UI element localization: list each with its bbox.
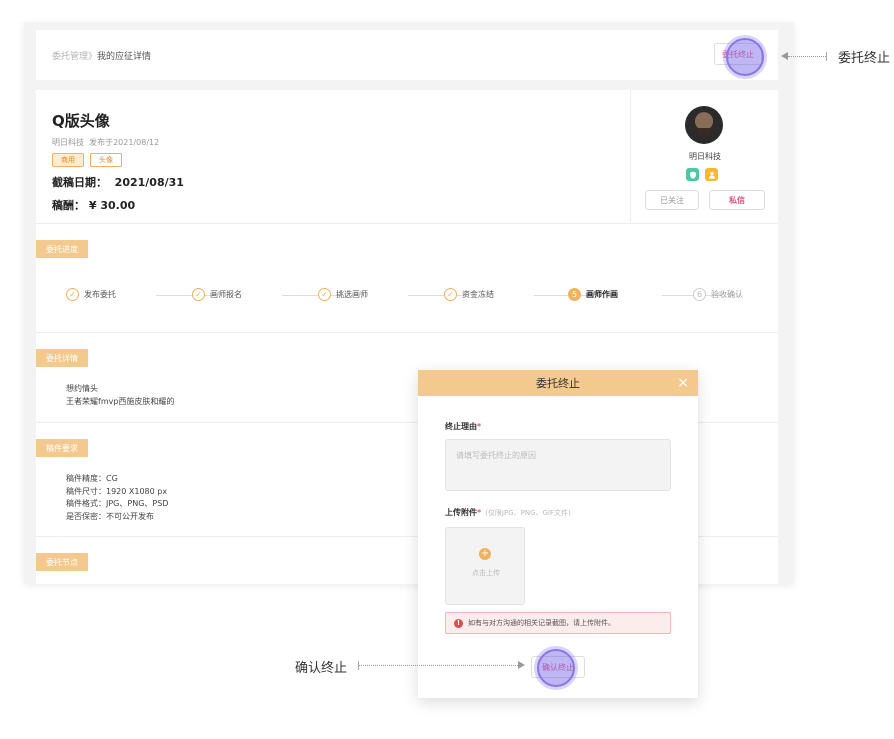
avatar-detail	[697, 128, 711, 136]
section-label-milestones: 委托节点	[36, 553, 88, 571]
check-icon: ✓	[192, 288, 205, 301]
details-text: 想约情头 王者荣耀fmvp西施皮肤和耀的	[66, 383, 174, 408]
fee-value: ¥ 30.00	[88, 199, 136, 212]
divider	[36, 223, 778, 224]
deadline-value: 2021/08/31	[114, 176, 184, 189]
details-line: 想约情头	[66, 384, 98, 393]
requirement-line: 稿件尺寸：1920 X1080 px	[66, 486, 168, 496]
check-icon: ✓	[318, 288, 331, 301]
step-label: 发布委托	[84, 290, 116, 299]
fee-label: 稿酬：	[52, 199, 85, 212]
alert-text: 如有与对方沟通的相关记录截图，请上传附件。	[468, 619, 615, 627]
step-label: 画师作画	[586, 290, 618, 299]
order-published: 发布于2021/08/12	[89, 138, 160, 147]
breadcrumb: 委托管理》我的应征详情	[52, 49, 151, 62]
tag-commercial: 商用	[52, 153, 84, 167]
step-signup: ✓ 画师报名	[192, 288, 242, 301]
divider	[36, 332, 778, 333]
required-mark: *	[477, 422, 482, 431]
modal-header: 委托终止 ×	[418, 370, 698, 396]
step-label: 挑选画师	[336, 290, 368, 299]
modal-title: 委托终止	[536, 377, 580, 390]
breadcrumb-parent[interactable]: 委托管理》	[52, 52, 97, 62]
requirement-line: 稿件精度：CG	[66, 474, 118, 483]
follow-button[interactable]: 已关注	[645, 190, 699, 210]
step-number: 6	[693, 288, 706, 301]
step-acceptance: 6 验收确认	[693, 288, 743, 301]
order-fee: 稿酬： ¥ 30.00	[52, 197, 184, 213]
annotation-line	[359, 665, 518, 666]
arrow-right-icon	[518, 661, 525, 669]
annotation-bottom-left: 确认终止	[295, 661, 348, 676]
stop-commission-button[interactable]: 委托终止	[714, 43, 762, 65]
step-drawing: 5 画师作画	[568, 288, 618, 301]
header-bar: 委托管理》我的应征详情 委托终止	[36, 30, 778, 80]
check-icon: ✓	[444, 288, 457, 301]
step-label: 验收确认	[711, 290, 743, 299]
requirement-line: 是否保密：不可公开发布	[66, 511, 154, 521]
annotation-line	[788, 56, 826, 57]
step-publish: ✓ 发布委托	[66, 288, 116, 301]
breadcrumb-current: 我的应征详情	[97, 52, 152, 62]
step-select-artist: ✓ 挑选画师	[318, 288, 368, 301]
section-label-details: 委托详情	[36, 349, 88, 367]
required-mark: *	[477, 508, 482, 517]
annotation-top-right: 委托终止	[838, 51, 891, 66]
reason-label-text: 终止理由	[445, 422, 477, 431]
order-deadline: 截稿日期： 2021/08/31	[52, 174, 184, 190]
profile-badges	[686, 168, 718, 181]
order-tags: 商用 头像	[52, 153, 184, 167]
deadline-label: 截稿日期：	[52, 176, 107, 189]
close-icon[interactable]: ×	[677, 374, 689, 392]
client-profile: 明日科技 已关注 私信	[630, 90, 778, 223]
annotation-tick	[826, 52, 827, 61]
check-icon: ✓	[66, 288, 79, 301]
progress-stepper: ✓ 发布委托 ✓ 画师报名 ✓ 挑选画师 ✓ 资金冻结 5 画师作画 6 验收确…	[66, 288, 756, 304]
stop-commission-modal: 委托终止 × 终止理由* 请填写委托终止的原因 上传附件* (仅限JPG、PNG、…	[418, 370, 698, 698]
upload-text: 点击上传	[472, 569, 500, 577]
tag-avatar: 头像	[90, 153, 122, 167]
order-meta: 明日科技 发布于2021/08/12	[52, 137, 184, 148]
user-icon	[705, 168, 718, 181]
alert-icon: !	[454, 618, 463, 628]
section-label-progress: 委托进度	[36, 240, 88, 258]
plus-icon: +	[479, 548, 491, 560]
profile-name: 明日科技	[689, 152, 721, 161]
reason-textarea[interactable]: 请填写委托终止的原因	[445, 439, 671, 491]
attachment-label-text: 上传附件	[445, 508, 477, 517]
step-freeze-funds: ✓ 资金冻结	[444, 288, 494, 301]
shield-icon	[686, 168, 699, 181]
requirements-text: 稿件精度：CG 稿件尺寸：1920 X1080 px 稿件格式：JPG、PNG、…	[66, 473, 168, 523]
reason-label: 终止理由*	[445, 421, 481, 432]
order-summary: Q版头像 明日科技 发布于2021/08/12 商用 头像 截稿日期： 2021…	[52, 110, 184, 213]
requirement-line: 稿件格式：JPG、PNG、PSD	[66, 499, 169, 508]
message-button[interactable]: 私信	[709, 190, 765, 210]
section-label-requirements: 稿件要求	[36, 439, 88, 457]
step-label: 画师报名	[210, 290, 242, 299]
upload-dropzone[interactable]: + 点击上传	[445, 527, 525, 605]
step-label: 资金冻结	[462, 290, 494, 299]
avatar[interactable]	[685, 106, 723, 144]
attachment-alert: ! 如有与对方沟通的相关记录截图，请上传附件。	[445, 612, 671, 634]
arrow-left-icon	[781, 52, 788, 60]
confirm-stop-button[interactable]: 确认终止	[531, 656, 585, 678]
order-company: 明日科技	[52, 138, 84, 147]
step-number: 5	[568, 288, 581, 301]
details-line: 王者荣耀fmvp西施皮肤和耀的	[66, 396, 175, 406]
attachment-hint: (仅限JPG、PNG、GIF文件)	[485, 509, 571, 517]
attachment-label: 上传附件* (仅限JPG、PNG、GIF文件)	[445, 507, 571, 518]
order-title: Q版头像	[52, 112, 110, 130]
